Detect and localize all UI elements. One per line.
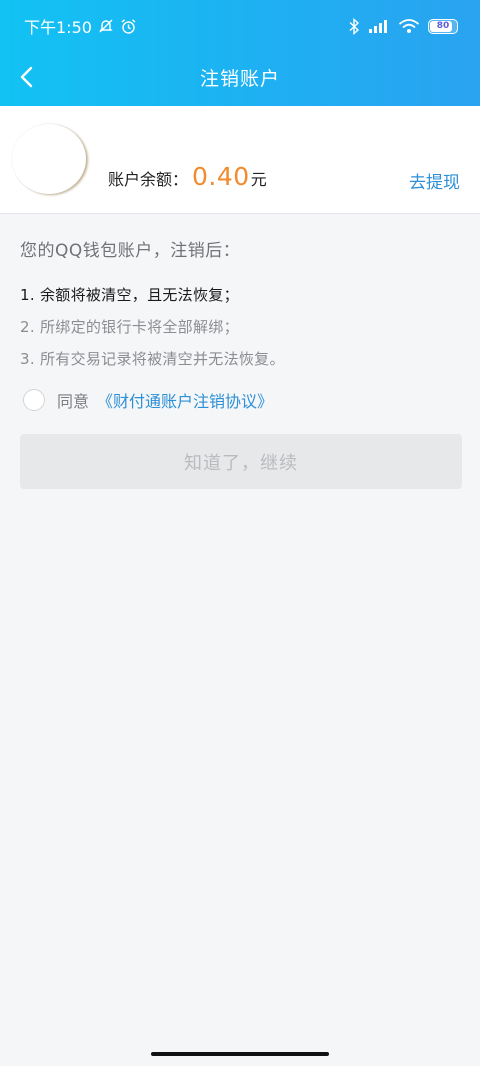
avatar — [12, 124, 86, 194]
wifi-icon — [398, 18, 420, 34]
list-item: 2. 所绑定的银行卡将全部解绑； — [20, 318, 239, 336]
chevron-left-icon — [20, 66, 33, 88]
withdraw-link[interactable]: 去提现 — [409, 168, 460, 193]
agreement-link[interactable]: 《财付通账户注销协议》 — [97, 388, 273, 412]
agree-label: 同意 — [57, 392, 90, 411]
nav-bar: 注销账户 — [0, 52, 480, 102]
alarm-icon — [120, 18, 137, 35]
signal-icon — [368, 18, 390, 34]
notice-section: 您的QQ钱包账户，注销后： 1. 余额将被清空，且无法恢复； 2. 所绑定的银行… — [20, 236, 462, 415]
page-title: 注销账户 — [199, 67, 280, 90]
agreement-row: 同意 《财付通账户注销协议》 — [20, 385, 462, 415]
notification-muted-icon — [98, 18, 114, 34]
status-time: 下午1:50 — [24, 18, 92, 37]
notice-intro: 您的QQ钱包账户，注销后： — [20, 241, 241, 261]
app-header: 下午1:50 80 注销账户 — [0, 0, 480, 106]
list-item: 1. 余额将被清空，且无法恢复； — [20, 286, 239, 304]
status-bar: 下午1:50 80 — [0, 0, 480, 52]
balance-amount: 0.40 — [192, 162, 250, 191]
list-item: 3. 所有交易记录将被清空并无法恢复。 — [20, 350, 285, 368]
home-indicator[interactable] — [151, 1052, 329, 1056]
balance-label: 账户余额： — [108, 170, 189, 189]
bluetooth-icon — [348, 17, 360, 35]
back-button[interactable] — [10, 60, 44, 94]
agree-radio[interactable] — [23, 389, 45, 411]
battery-level: 80 — [436, 21, 450, 31]
notice-list: 1. 余额将被清空，且无法恢复； 2. 所绑定的银行卡将全部解绑； 3. 所有交… — [20, 279, 462, 375]
balance-unit: 元 — [250, 170, 267, 189]
battery-icon: 80 — [428, 18, 458, 34]
continue-button[interactable]: 知道了，继续 — [20, 434, 462, 489]
account-balance: 账户余额： 0.40 元 — [108, 162, 267, 191]
account-card: 账户余额： 0.40 元 去提现 — [0, 106, 480, 214]
